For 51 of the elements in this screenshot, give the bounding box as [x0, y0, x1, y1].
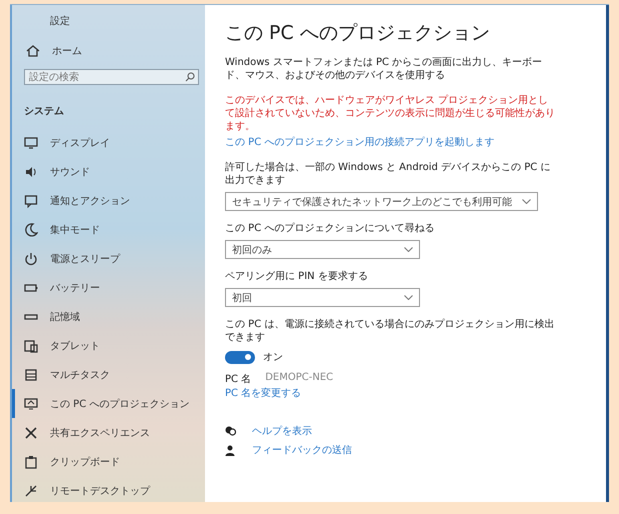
speaker-icon [24, 164, 38, 178]
window-title: 設定 [50, 14, 71, 28]
setting-label: ペアリング用に PIN を要求する [225, 270, 369, 283]
chevron-icon [522, 199, 531, 204]
sidebar-item[interactable]: サウンド [12, 157, 205, 186]
pc-name-label: PC 名 [225, 373, 252, 386]
sidebar-item[interactable]: 通知とアクション [12, 186, 205, 215]
page-title: この PC へのプロジェクション [225, 21, 491, 46]
moon-icon [24, 222, 38, 236]
sidebar-item[interactable]: 集中モード [12, 215, 205, 244]
section-heading: システム [24, 105, 65, 118]
description-text: Windows スマートフォンまたは PC からこの画面に出力し、キーボード、マウス、およびその他のデバイスを使用する [225, 56, 544, 82]
monitor-icon [24, 136, 38, 150]
sidebar-item[interactable]: 記憶域 [12, 302, 205, 331]
message-icon [24, 194, 38, 208]
sidebar-item[interactable]: この PC へのプロジェクション [12, 389, 205, 418]
warning-text: このデバイスでは、ハードウェアがワイヤレス プロジェクション用として設計されていないため、コンテンツの表示に問題が生じる可能性があります。 [225, 94, 555, 133]
sidebar-item[interactable]: バッテリー [12, 273, 205, 302]
setting-label: この PC へのプロジェクションについて尋ねる [225, 222, 436, 235]
person-icon [225, 444, 236, 456]
clipboard-icon [24, 454, 38, 468]
home-icon [26, 44, 40, 58]
tablet-icon [24, 338, 38, 352]
setting-label: 許可した場合は、一部の Windows と Android デバイスからこの PC に出力できます [225, 161, 552, 187]
help-link[interactable]: ヘルプを表示 [252, 424, 312, 438]
sidebar-item[interactable]: ディスプレイ [12, 128, 205, 157]
search-field[interactable]: 設定の検索 [24, 69, 199, 85]
rename-link[interactable]: PC 名を変更する [225, 386, 302, 400]
projection-icon [24, 396, 38, 410]
dropdown[interactable]: 初回のみ [225, 240, 420, 259]
chevron-icon [404, 247, 413, 252]
chat-icon [225, 426, 236, 436]
toggle-state: オン [263, 351, 283, 364]
home-link[interactable]: ホーム [26, 44, 82, 58]
help-link[interactable]: フィードバックの送信 [252, 443, 352, 457]
search-icon [185, 72, 195, 82]
setting-label: この PC は、電源に接続されている場合にのみプロジェクション用に検出できます [225, 318, 555, 344]
sidebar-item[interactable]: マルチタスク [12, 360, 205, 389]
power-icon [24, 252, 38, 266]
sidebar-item[interactable]: 共有エクスペリエンス [12, 418, 205, 447]
sidebar-item[interactable]: 電源とスリープ [12, 244, 205, 273]
sidebar-item[interactable]: リモートデスクトップ [12, 476, 205, 505]
dropdown[interactable]: 初回 [225, 288, 420, 307]
pc-name-value: DEMOPC-NEC [265, 372, 334, 385]
multitask-icon [24, 368, 38, 382]
sidebar-item[interactable]: タブレット [12, 331, 205, 360]
toggle-switch[interactable] [225, 350, 255, 364]
sidebar-item[interactable]: クリップボード [12, 447, 205, 476]
chevron-icon [404, 295, 413, 300]
dropdown[interactable]: セキュリティで保護されたネットワーク上のどこでも利用可能 [225, 192, 538, 211]
launch-app-link[interactable]: この PC へのプロジェクション用の接続アプリを起動します [225, 135, 494, 149]
